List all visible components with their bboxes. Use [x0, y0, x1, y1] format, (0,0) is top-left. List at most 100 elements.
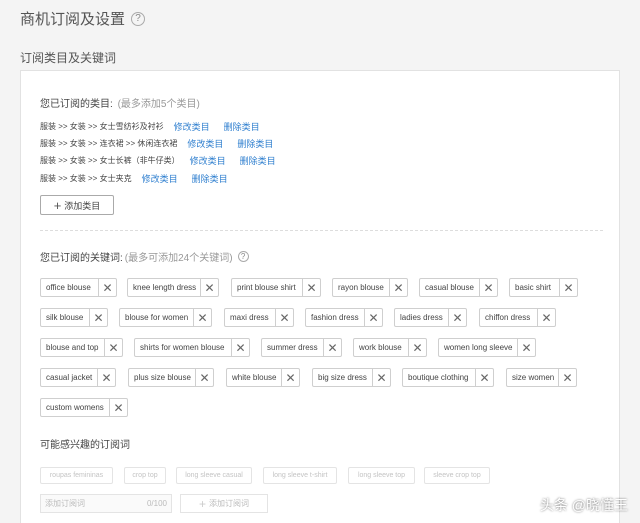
- keyword-tag-text: size women: [512, 373, 555, 382]
- remove-keyword-icon[interactable]: ✕: [372, 369, 390, 386]
- remove-keyword-icon[interactable]: ✕: [479, 279, 497, 296]
- keyword-tag: plus size blouse ✕: [128, 368, 214, 387]
- suggested-keyword[interactable]: long sleeve top: [348, 467, 415, 484]
- edit-category-link[interactable]: 修改类目: [174, 120, 210, 133]
- delete-category-link[interactable]: 删除类目: [224, 120, 260, 133]
- keyword-tag: fashion dress ✕: [305, 308, 383, 327]
- remove-keyword-icon[interactable]: ✕: [231, 339, 249, 356]
- help-icon[interactable]: ?: [131, 11, 146, 26]
- category-path: 服装 >> 女装 >> 女士雪纺衫及衬衫: [40, 122, 164, 131]
- suggested-keyword[interactable]: crop top: [124, 467, 166, 484]
- keyword-input[interactable]: 添加订阅词 0/100: [40, 494, 172, 513]
- keyword-tag-text: casual blouse: [425, 283, 474, 292]
- remove-keyword-icon[interactable]: ✕: [323, 339, 341, 356]
- keyword-tag: boutique clothing ✕: [402, 368, 494, 387]
- remove-keyword-icon[interactable]: ✕: [364, 309, 382, 326]
- keyword-tag-text: summer dress: [267, 343, 318, 352]
- keyword-tag-text: blouse for women: [125, 313, 189, 322]
- suggestions-label: 可能感兴趣的订阅词: [40, 440, 130, 451]
- keyword-tag-text: maxi dress: [230, 313, 269, 322]
- keyword-tag-text: women long sleeve: [444, 343, 513, 352]
- category-path: 服装 >> 女装 >> 女士夹克: [40, 174, 132, 183]
- plus-icon: +: [53, 197, 62, 213]
- category-row: 服装 >> 女装 >> 连衣裙 >> 休闲连衣裙 修改类目 删除类目: [40, 137, 273, 150]
- remove-keyword-icon[interactable]: ✕: [537, 309, 555, 326]
- remove-keyword-icon[interactable]: ✕: [200, 279, 218, 296]
- page-title: 商机订阅及设置 ?: [20, 8, 146, 29]
- keyword-tag-text: chiffon dress: [485, 313, 531, 322]
- keyword-tag: office blouse ✕: [40, 278, 117, 297]
- remove-keyword-icon[interactable]: ✕: [109, 399, 127, 416]
- categories-hint: (最多添加5个类目): [117, 99, 200, 110]
- keyword-tag-text: boutique clothing: [408, 373, 469, 382]
- edit-category-link[interactable]: 修改类目: [190, 154, 226, 167]
- category-path: 服装 >> 女装 >> 女士长裤（非牛仔类）: [40, 156, 180, 165]
- remove-keyword-icon[interactable]: ✕: [559, 279, 577, 296]
- remove-keyword-icon[interactable]: ✕: [193, 309, 211, 326]
- edit-category-link[interactable]: 修改类目: [142, 172, 178, 185]
- delete-category-link[interactable]: 删除类目: [240, 154, 276, 167]
- edit-category-link[interactable]: 修改类目: [187, 137, 223, 150]
- add-category-button[interactable]: + 添加类目: [40, 195, 114, 215]
- suggested-keyword[interactable]: roupas femininas: [40, 467, 113, 484]
- help-icon[interactable]: ?: [237, 251, 249, 262]
- keyword-tag: work blouse ✕: [353, 338, 427, 357]
- delete-category-link[interactable]: 删除类目: [237, 137, 273, 150]
- keyword-tag-text: big size dress: [318, 373, 367, 382]
- remove-keyword-icon[interactable]: ✕: [89, 309, 107, 326]
- add-category-label: 添加类目: [64, 200, 101, 211]
- keyword-tag: maxi dress ✕: [224, 308, 294, 327]
- keyword-tag: blouse for women ✕: [119, 308, 212, 327]
- delete-category-link[interactable]: 删除类目: [192, 172, 228, 185]
- suggested-keyword[interactable]: long sleeve casual: [176, 467, 252, 484]
- remove-keyword-icon[interactable]: ✕: [104, 339, 122, 356]
- remove-keyword-icon[interactable]: ✕: [389, 279, 407, 296]
- remove-keyword-icon[interactable]: ✕: [558, 369, 576, 386]
- category-row: 服装 >> 女装 >> 女士雪纺衫及衬衫 修改类目 删除类目: [40, 120, 260, 133]
- category-row: 服装 >> 女装 >> 女士长裤（非牛仔类） 修改类目 删除类目: [40, 154, 276, 167]
- keyword-tag-text: plus size blouse: [134, 373, 191, 382]
- section-title: 订阅类目及关键词: [20, 51, 117, 65]
- keyword-tag-text: office blouse: [46, 283, 91, 292]
- subscription-panel: 您已订阅的类目: (最多添加5个类目) 服装 >> 女装 >> 女士雪纺衫及衬衫…: [20, 70, 620, 523]
- keyword-tag-text: custom womens: [46, 403, 104, 412]
- category-path: 服装 >> 女装 >> 连衣裙 >> 休闲连衣裙: [40, 139, 178, 148]
- remove-keyword-icon[interactable]: ✕: [195, 369, 213, 386]
- keyword-tag-text: white blouse: [232, 373, 277, 382]
- keyword-tag-text: casual jacket: [46, 373, 93, 382]
- suggested-keyword[interactable]: long sleeve t-shirt: [263, 467, 337, 484]
- remove-keyword-icon[interactable]: ✕: [98, 279, 116, 296]
- categories-label: 您已订阅的类目: (最多添加5个类目): [40, 95, 200, 110]
- remove-keyword-icon[interactable]: ✕: [475, 369, 493, 386]
- keyword-tag: summer dress ✕: [261, 338, 342, 357]
- add-keyword-label: 添加订阅词: [209, 499, 249, 508]
- remove-keyword-icon[interactable]: ✕: [281, 369, 299, 386]
- keyword-tag-text: shirts for women blouse: [140, 343, 225, 352]
- keywords-label-text: 您已订阅的关键词:: [40, 253, 123, 264]
- keyword-tag: rayon blouse ✕: [332, 278, 408, 297]
- keyword-tag-text: knee length dress: [133, 283, 197, 292]
- category-row: 服装 >> 女装 >> 女士夹克 修改类目 删除类目: [40, 172, 228, 185]
- keyword-tag-text: basic shirt: [515, 283, 552, 292]
- remove-keyword-icon[interactable]: ✕: [517, 339, 535, 356]
- keyword-tag: casual jacket ✕: [40, 368, 116, 387]
- remove-keyword-icon[interactable]: ✕: [97, 369, 115, 386]
- page-title-text: 商机订阅及设置: [20, 11, 126, 28]
- keyword-input-counter: 0/100: [146, 499, 167, 508]
- keyword-tag: casual blouse ✕: [419, 278, 498, 297]
- remove-keyword-icon[interactable]: ✕: [448, 309, 466, 326]
- add-keyword-button[interactable]: + 添加订阅词: [180, 494, 268, 513]
- remove-keyword-icon[interactable]: ✕: [275, 309, 293, 326]
- suggested-keyword[interactable]: sleeve crop top: [424, 467, 490, 484]
- keyword-tag: ladies dress ✕: [394, 308, 467, 327]
- remove-keyword-icon[interactable]: ✕: [408, 339, 426, 356]
- keyword-tag: silk blouse ✕: [40, 308, 108, 327]
- keyword-tag: blouse and top ✕: [40, 338, 123, 357]
- keywords-hint: (最多可添加24个关键词): [124, 253, 233, 264]
- keyword-tag-text: silk blouse: [46, 313, 84, 322]
- keyword-tag-text: work blouse: [359, 343, 402, 352]
- keyword-tag: big size dress ✕: [312, 368, 391, 387]
- keyword-tag-text: print blouse shirt: [237, 283, 296, 292]
- keywords-label: 您已订阅的关键词: (最多可添加24个关键词) ?: [40, 249, 249, 264]
- remove-keyword-icon[interactable]: ✕: [302, 279, 320, 296]
